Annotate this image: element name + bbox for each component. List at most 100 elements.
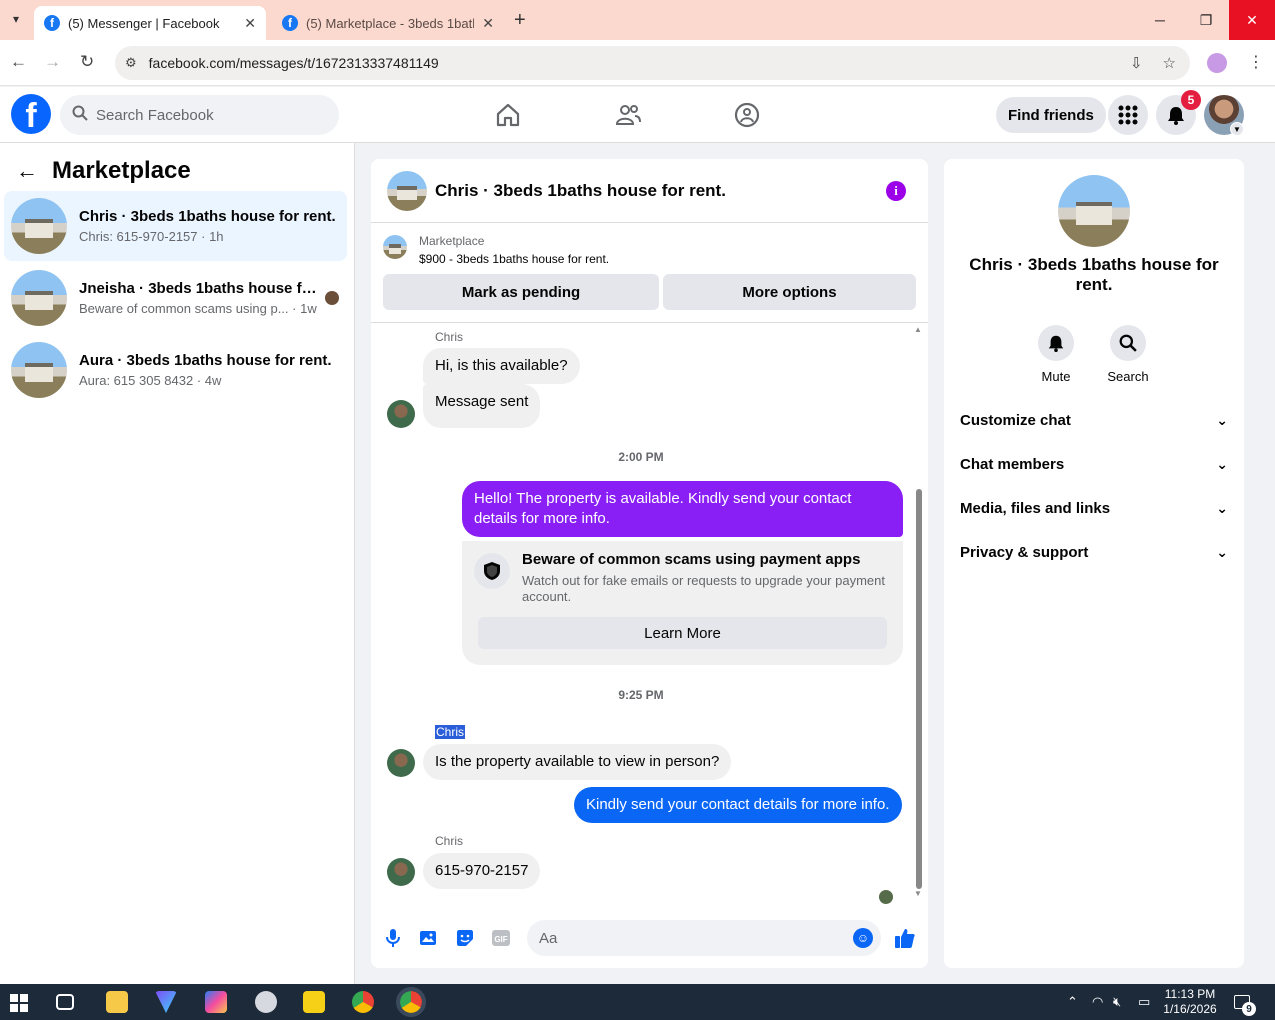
- url-field[interactable]: ⚙ facebook.com/messages/t/16723133374811…: [115, 46, 1190, 80]
- message-bubble-outgoing[interactable]: Kindly send your contact details for mor…: [574, 787, 902, 823]
- chrome-icon[interactable]: [352, 991, 374, 1013]
- browser-menu-icon[interactable]: ⋮: [1248, 52, 1264, 72]
- sticker-icon[interactable]: [454, 927, 476, 949]
- address-bar: ← → ↻ ⚙ facebook.com/messages/t/16723133…: [0, 40, 1275, 86]
- windows-start-icon[interactable]: [10, 994, 28, 1012]
- chevron-down-icon[interactable]: ▼: [1230, 122, 1244, 136]
- timestamp-separator: 2:00 PM: [618, 450, 664, 464]
- photo-icon[interactable]: [418, 927, 440, 949]
- wifi-icon[interactable]: ◠: [1092, 994, 1103, 1010]
- shield-icon: [474, 553, 510, 589]
- home-icon[interactable]: [494, 101, 522, 129]
- sender-avatar[interactable]: [387, 858, 415, 886]
- message-bubble-incoming[interactable]: Hi, is this available?: [423, 348, 580, 384]
- browser-profile-icon[interactable]: [1207, 53, 1227, 73]
- message-input[interactable]: [539, 929, 839, 947]
- new-tab-plus-icon[interactable]: +: [514, 9, 526, 32]
- paint-icon[interactable]: [255, 991, 277, 1013]
- listing-thumbnail: [11, 342, 67, 398]
- thumbs-up-icon[interactable]: [894, 927, 916, 949]
- learn-more-button[interactable]: Learn More: [478, 617, 887, 649]
- device-icon[interactable]: ▭: [1138, 994, 1150, 1010]
- close-tab-icon[interactable]: ✕: [482, 15, 494, 32]
- scam-warning-card: Beware of common scams using payment app…: [462, 541, 903, 665]
- vpn-app-icon[interactable]: [155, 991, 177, 1013]
- message-input-wrapper: ☺: [527, 920, 881, 956]
- listing-thumbnail-large[interactable]: [1058, 175, 1130, 247]
- search-input[interactable]: [96, 106, 316, 124]
- task-view-icon[interactable]: [56, 994, 74, 1010]
- site-settings-icon[interactable]: ⚙: [125, 55, 137, 71]
- chat-title[interactable]: Chris · 3beds 1baths house for rent.: [435, 181, 726, 201]
- gif-icon[interactable]: GIF: [490, 927, 512, 949]
- scroll-up-icon[interactable]: ▲: [914, 325, 922, 334]
- chrome-profile-icon[interactable]: [396, 987, 426, 1017]
- sticky-notes-icon[interactable]: [303, 991, 325, 1013]
- show-hidden-icons-icon[interactable]: ⌃: [1067, 994, 1078, 1010]
- privacy-support-row[interactable]: Privacy & support ⌄: [960, 540, 1228, 564]
- chevron-down-icon: ⌄: [1216, 455, 1228, 472]
- emoji-icon[interactable]: ☺: [853, 928, 873, 948]
- scroll-down-icon[interactable]: ▼: [914, 889, 922, 898]
- more-options-button[interactable]: More options: [663, 274, 916, 310]
- friends-icon[interactable]: [614, 101, 642, 129]
- groups-icon[interactable]: [733, 101, 761, 129]
- message-bubble-incoming[interactable]: Is the property available to view in per…: [423, 744, 732, 780]
- browser-tab-messenger[interactable]: f (5) Messenger | Facebook ✕: [34, 6, 266, 40]
- message-bubble-incoming[interactable]: 615-970-2157: [423, 853, 541, 889]
- copilot-icon[interactable]: [205, 991, 227, 1013]
- scroll-thumb[interactable]: [916, 489, 922, 889]
- reload-icon[interactable]: ↻: [80, 52, 94, 72]
- conversation-item-aura[interactable]: Aura · 3beds 1baths house for rent. Aura…: [4, 335, 347, 405]
- message-bubble-incoming[interactable]: Message sent: [423, 384, 541, 428]
- back-arrow-icon[interactable]: ←: [16, 158, 38, 184]
- forward-arrow-icon[interactable]: →: [44, 52, 61, 72]
- browser-tab-marketplace[interactable]: f (5) Marketplace - 3beds 1baths ✕: [272, 6, 504, 40]
- restore-icon[interactable]: ❐: [1183, 0, 1229, 40]
- file-explorer-icon[interactable]: [106, 991, 128, 1013]
- chat-header: Chris · 3beds 1baths house for rent. i: [371, 159, 928, 223]
- minimize-icon[interactable]: ─: [1137, 0, 1183, 40]
- sidebar-title: Marketplace: [52, 157, 191, 184]
- message-bubble-outgoing[interactable]: Hello! The property is available. Kindly…: [462, 481, 903, 537]
- mute-button[interactable]: Mute: [1026, 325, 1086, 384]
- menu-grid-button[interactable]: [1108, 95, 1148, 135]
- chat-scrollbar[interactable]: ▲ ▼: [914, 323, 924, 903]
- bookmark-star-icon[interactable]: ☆: [1163, 54, 1176, 72]
- microphone-icon[interactable]: [382, 927, 404, 949]
- install-app-icon[interactable]: ⇩: [1130, 54, 1143, 72]
- chat-members-row[interactable]: Chat members ⌄: [960, 452, 1228, 476]
- listing-title[interactable]: $900 - 3beds 1baths house for rent.: [419, 252, 609, 266]
- chat-panel: Chris · 3beds 1baths house for rent. i M…: [371, 159, 928, 968]
- tab-search-chevron-icon[interactable]: ▾: [6, 9, 26, 29]
- close-tab-icon[interactable]: ✕: [244, 15, 256, 32]
- mark-as-pending-button[interactable]: Mark as pending: [383, 274, 659, 310]
- svg-text:GIF: GIF: [494, 935, 507, 944]
- system-clock[interactable]: 11:13 PM 1/16/2026: [1150, 987, 1230, 1017]
- listing-thumbnail[interactable]: [387, 170, 427, 211]
- media-files-links-row[interactable]: Media, files and links ⌄: [960, 496, 1228, 520]
- volume-muted-icon[interactable]: 🔇︎: [1113, 994, 1121, 1010]
- listing-thumbnail[interactable]: [383, 235, 407, 259]
- facebook-favicon-icon: f: [44, 15, 60, 31]
- info-icon[interactable]: i: [886, 181, 906, 201]
- bell-icon: [1048, 335, 1064, 352]
- back-arrow-icon[interactable]: ←: [10, 52, 27, 72]
- customize-chat-row[interactable]: Customize chat ⌄: [960, 408, 1228, 432]
- search-icon: [1119, 334, 1137, 352]
- message-composer: GIF ☺: [371, 913, 928, 963]
- sender-avatar[interactable]: [387, 749, 415, 777]
- notification-count-badge: 9: [1242, 1002, 1256, 1016]
- facebook-logo-icon[interactable]: f: [11, 94, 51, 134]
- sender-name-selected: Chris: [435, 725, 466, 739]
- conversation-item-chris[interactable]: Chris · 3beds 1baths house for rent. Chr…: [4, 191, 347, 261]
- sender-avatar[interactable]: [387, 400, 415, 428]
- find-friends-button[interactable]: Find friends: [996, 97, 1106, 133]
- bell-icon: [1168, 107, 1184, 125]
- search-in-chat-button[interactable]: Search: [1098, 325, 1158, 384]
- timestamp-separator: 9:25 PM: [618, 688, 664, 702]
- browser-tab-bar: ▾ f (5) Messenger | Facebook ✕ f (5) Mar…: [0, 0, 1275, 40]
- window-close-icon[interactable]: ✕: [1229, 0, 1275, 40]
- conversation-item-jneisha[interactable]: Jneisha · 3beds 1baths house for rent. B…: [4, 263, 347, 333]
- facebook-search[interactable]: [60, 95, 339, 135]
